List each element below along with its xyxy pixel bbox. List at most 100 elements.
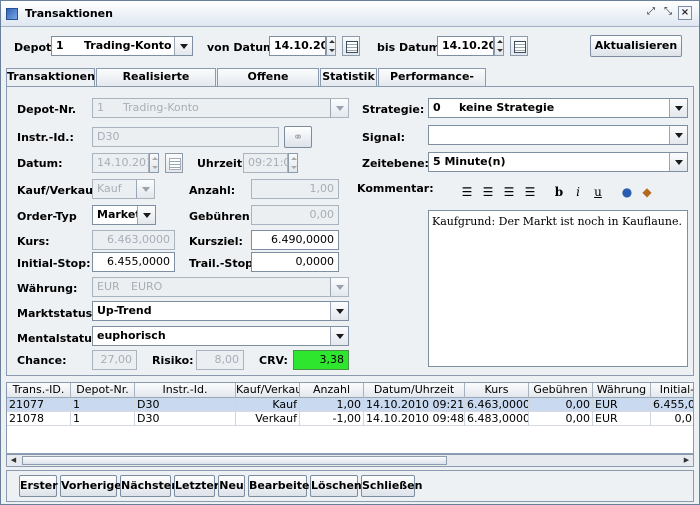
tab-statistik[interactable]: Statistik	[320, 68, 377, 86]
zeitebene-select[interactable]: 5 Minute(n)	[428, 152, 688, 172]
depot-name: Trading-Konto	[84, 39, 172, 52]
crv-field: 3,38	[293, 350, 349, 370]
chevron-down-icon[interactable]	[669, 126, 687, 144]
column-header[interactable]: Trans.-ID.	[7, 383, 71, 398]
vorheriger-button[interactable]: Vorheriger	[60, 475, 127, 497]
erster-button[interactable]: Erster	[19, 475, 58, 497]
to-date-field[interactable]: 14.10.2010	[437, 36, 494, 56]
strategie-select[interactable]: 0 keine Strategie	[428, 98, 688, 118]
title-bar[interactable]: Transaktionen ⤢ ⤡ ×	[1, 1, 699, 27]
initial-stop-field[interactable]: 6.455,0000	[92, 252, 175, 272]
kauf-verkauf-select[interactable]: Kauf	[92, 179, 155, 199]
schliessen-button[interactable]: Schließen	[361, 475, 422, 497]
column-header[interactable]: Depot-Nr.	[71, 383, 135, 398]
tab-realisierte-positionen[interactable]: Realisierte Positionen	[96, 68, 216, 99]
kurs-field[interactable]: 6.463,0000	[92, 230, 175, 250]
underline-button[interactable]: u	[589, 183, 607, 201]
depot-label: Depot	[14, 41, 52, 54]
chevron-down-icon[interactable]	[330, 327, 348, 345]
table-row[interactable]: 21078 1 D30 Verkauf -1,00 14.10.2010 09:…	[7, 412, 693, 426]
close-icon[interactable]: ×	[678, 6, 692, 20]
image-icon[interactable]: ◆	[638, 183, 656, 201]
table-row[interactable]: 21077 1 D30 Kauf 1,00 14.10.2010 09:21:0…	[7, 398, 693, 412]
kursziel-field[interactable]: 6.490,0000	[251, 230, 339, 250]
cell-datum: 14.10.2010 09:21:00	[366, 398, 465, 412]
tab-transaktionen[interactable]: Transaktionen	[6, 68, 95, 87]
loeschen-button[interactable]: Löschen	[310, 475, 362, 497]
cell-initial-stop: 0,0	[651, 412, 693, 426]
datum-spinner[interactable]	[149, 153, 159, 173]
waehrung-name: EURO	[131, 280, 163, 293]
uhrzeit-field[interactable]: 09:21:00	[243, 153, 288, 173]
calendar-icon[interactable]	[510, 36, 528, 56]
anzahl-label: Anzahl:	[189, 184, 236, 197]
cell-kurs: 6.483,0000	[467, 412, 529, 426]
order-typ-select[interactable]: Market...	[92, 205, 156, 225]
chevron-down-icon[interactable]	[174, 37, 192, 55]
depot-nr-select[interactable]: 1 Trading-Konto	[92, 98, 349, 118]
float-icon[interactable]: ⤢	[644, 6, 658, 20]
chevron-down-icon[interactable]	[137, 206, 155, 224]
datum-field[interactable]: 14.10.2010	[92, 153, 149, 173]
align-left-icon[interactable]: ☰	[458, 183, 476, 201]
aktualisieren-button[interactable]: Aktualisieren	[590, 35, 682, 57]
column-header[interactable]: Anzahl	[300, 383, 364, 398]
bearbeiten-button[interactable]: Bearbeiten	[248, 475, 317, 497]
uhrzeit-spinner[interactable]	[288, 153, 298, 173]
column-header[interactable]: Datum/Uhrzeit	[364, 383, 465, 398]
chevron-down-icon[interactable]	[669, 99, 687, 117]
depot-select[interactable]: 1 Trading-Konto	[51, 36, 193, 56]
instr-id-field[interactable]: D30	[92, 127, 279, 147]
gebuehren-field[interactable]: 0,00	[251, 205, 339, 225]
instr-id-label: Instr.-Id.:	[17, 131, 74, 144]
column-header[interactable]: Gebühren	[529, 383, 593, 398]
tab-offene-positionen[interactable]: Offene Positionen	[217, 68, 319, 99]
column-header[interactable]: Initial-S	[651, 383, 693, 398]
scrollbar-thumb[interactable]	[22, 456, 447, 465]
calendar-icon[interactable]	[342, 36, 360, 56]
scroll-right-icon[interactable]: ▶	[681, 456, 692, 465]
binoculars-button[interactable]: ⚭	[284, 126, 312, 148]
from-date-spinner[interactable]	[326, 36, 336, 56]
marktstatus-select[interactable]: Up-Trend	[92, 301, 349, 321]
signal-select[interactable]	[428, 125, 688, 145]
chevron-down-icon[interactable]	[330, 99, 348, 117]
waehrung-code: EUR	[97, 280, 120, 293]
strategie-nr: 0	[433, 101, 441, 114]
chevron-down-icon[interactable]	[669, 153, 687, 171]
column-header[interactable]: Währung	[593, 383, 651, 398]
minimize-icon[interactable]: ⤡	[661, 6, 675, 20]
chevron-down-icon[interactable]	[136, 180, 154, 198]
trail-stop-field[interactable]: 0,0000	[251, 252, 339, 272]
to-date-label: bis Datum	[377, 41, 441, 54]
chevron-down-icon[interactable]	[330, 302, 348, 320]
cell-instr-id: D30	[135, 398, 236, 412]
kommentar-textarea[interactable]: Kaufgrund: Der Markt ist noch in Kauflau…	[428, 210, 688, 367]
mentalstatus-select[interactable]: euphorisch	[92, 326, 349, 346]
column-header[interactable]: Instr.-Id.	[135, 383, 236, 398]
align-justify-icon[interactable]: ☰	[521, 183, 539, 201]
column-header[interactable]: Kurs	[465, 383, 529, 398]
bold-button[interactable]: b	[550, 183, 568, 201]
letzter-button[interactable]: Letzter	[174, 475, 219, 497]
neu-button[interactable]: Neu	[218, 475, 245, 497]
align-center-icon[interactable]: ☰	[479, 183, 497, 201]
italic-button[interactable]: i	[569, 183, 587, 201]
chance-field[interactable]: 27,00	[92, 350, 137, 370]
uhrzeit-label: Uhrzeit:	[197, 157, 247, 170]
risiko-field[interactable]: 8,00	[196, 350, 244, 370]
to-date-spinner[interactable]	[494, 36, 504, 56]
naechster-button[interactable]: Nächster	[120, 475, 177, 497]
chevron-down-icon[interactable]	[330, 278, 348, 296]
anzahl-field[interactable]: 1,00	[251, 179, 339, 199]
from-date-field[interactable]: 14.10.2010	[269, 36, 326, 56]
waehrung-select[interactable]: EUR EURO	[92, 277, 349, 297]
globe-icon[interactable]: ●	[618, 183, 636, 201]
kommentar-label: Kommentar:	[357, 182, 434, 195]
calendar-icon[interactable]	[165, 153, 183, 173]
scroll-left-icon[interactable]: ◀	[8, 456, 19, 465]
horizontal-scrollbar[interactable]: ◀ ▶	[6, 454, 694, 467]
tab-performance-chart[interactable]: Performance-Chart	[378, 68, 486, 99]
align-right-icon[interactable]: ☰	[500, 183, 518, 201]
column-header[interactable]: Kauf/Verkauf	[236, 383, 300, 398]
